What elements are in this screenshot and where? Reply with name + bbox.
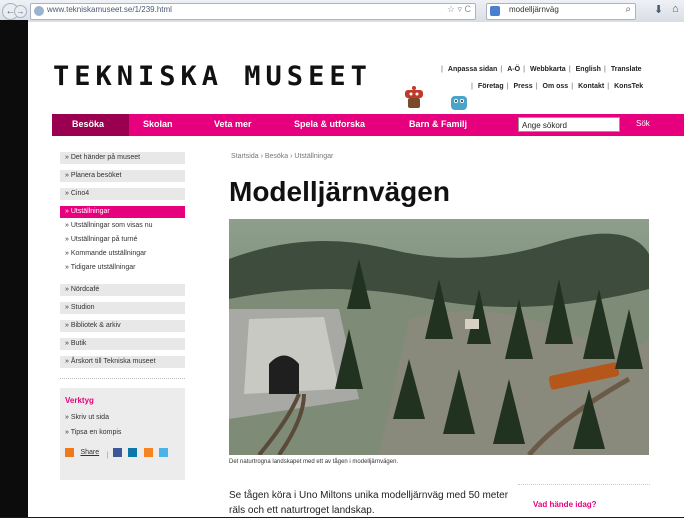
utility-links-top: | Anpassa sidan | A-Ö | Webbkarta | English… xyxy=(441,66,645,73)
utility-links-bottom: | Företag | Press | Om oss | Kontakt | KonsT… xyxy=(471,83,646,90)
sidebar-subitem-kommande[interactable]: » Kommande utställningar xyxy=(65,250,146,257)
tools-title: Verktyg xyxy=(65,396,94,405)
twitter-icon[interactable] xyxy=(159,448,169,458)
main-navigation: Besöka Skolan Veta mer Spela & utforska … xyxy=(52,114,684,136)
sidebar-item-arskort[interactable]: » Årskort till Tekniska museet xyxy=(60,356,185,368)
sidebar-item-planera[interactable]: » Planera besöket xyxy=(60,170,185,182)
robot-mascot-red xyxy=(405,86,423,108)
forward-button[interactable]: → xyxy=(14,5,27,18)
print-page-link[interactable]: » Skriv ut sida xyxy=(65,414,109,421)
sidebar-item-bibliotek[interactable]: » Bibliotek & arkiv xyxy=(60,320,185,332)
util-link-english[interactable]: English xyxy=(573,66,604,73)
website: TEKNISKA MUSEET | Anpassa sidan | A-Ö | We… xyxy=(28,22,684,517)
nav-skolan[interactable]: Skolan xyxy=(143,119,173,129)
nav-spela-utforska[interactable]: Spela & utforska xyxy=(294,119,365,129)
util-link-webbkarta[interactable]: Webbkarta xyxy=(527,66,569,73)
sidebar-item-studion[interactable]: » Studion xyxy=(60,302,185,314)
aside-box: Vad hände idag? xyxy=(518,484,650,518)
breadcrumb[interactable]: Startsida › Besöka › Utställningar xyxy=(231,153,333,160)
nav-veta-mer[interactable]: Veta mer xyxy=(214,119,252,129)
globe-icon xyxy=(34,6,44,16)
util-link-kontakt[interactable]: Kontakt xyxy=(575,83,607,90)
util-link-om-oss[interactable]: Om oss xyxy=(540,83,572,90)
site-search-button[interactable]: Sök xyxy=(636,119,650,128)
share-row: Share | xyxy=(65,444,170,459)
linkedin-icon[interactable] xyxy=(128,448,138,458)
sidebar-subitem-turne[interactable]: » Utställningar på turné xyxy=(65,236,137,243)
util-link-konstek[interactable]: KonsTek xyxy=(611,83,646,90)
tell-friend-link[interactable]: » Tipsa en kompis xyxy=(65,429,121,436)
intro-text: Se tågen köra i Uno Miltons unika modell… xyxy=(229,490,509,516)
browser-window: ← → www.tekniskamuseet.se/1/239.html ☆ ▿… xyxy=(0,0,684,517)
nav-besoka[interactable]: Besöka xyxy=(72,119,104,129)
util-link-anpassa[interactable]: Anpassa sidan xyxy=(445,66,500,73)
sidebar-item-butik[interactable]: » Butik xyxy=(60,338,185,350)
share-link[interactable]: Share xyxy=(80,449,99,456)
search-icon[interactable]: ⌕ xyxy=(625,4,631,15)
nav-barn-familj[interactable]: Barn & Familj xyxy=(409,119,467,129)
share-icon[interactable] xyxy=(65,448,74,458)
home-icon[interactable]: ⌂ xyxy=(672,3,679,15)
address-bar[interactable]: www.tekniskamuseet.se/1/239.html ☆ ▿ C xyxy=(30,3,476,20)
site-search-input[interactable]: Ange sökord xyxy=(518,117,620,132)
sidebar-item-utstallningar[interactable]: » Utställningar xyxy=(60,206,185,218)
sidebar-subitem-tidigare[interactable]: » Tidigare utställningar xyxy=(65,264,135,271)
browser-search-text: modelljärnväg xyxy=(509,5,559,14)
sidebar-subitem-visas-nu[interactable]: » Utställningar som visas nu xyxy=(65,222,153,229)
sidebar-divider xyxy=(60,378,185,379)
page-title: Modelljärnvägen xyxy=(229,176,450,207)
tools-box: Verktyg » Skriv ut sida » Tipsa en kompi… xyxy=(60,388,185,480)
sidebar-item-det-hander[interactable]: » Det händer på museet xyxy=(60,152,185,164)
util-link-ao[interactable]: A-Ö xyxy=(504,66,523,73)
search-engine-icon[interactable] xyxy=(490,6,500,16)
facebook-icon[interactable] xyxy=(112,448,122,458)
robot-mascot-blue xyxy=(451,96,467,110)
sidebar-item-nordcafe[interactable]: » Nördcafé xyxy=(60,284,185,296)
sidebar-item-cino4[interactable]: » Cino4 xyxy=(60,188,185,200)
left-edge xyxy=(0,20,28,517)
url-controls[interactable]: ☆ ▿ C xyxy=(447,4,471,15)
url-text: www.tekniskamuseet.se/1/239.html xyxy=(47,5,172,14)
rss-icon[interactable] xyxy=(143,448,153,458)
browser-search-box[interactable]: modelljärnväg ⌕ xyxy=(486,3,636,20)
util-link-press[interactable]: Press xyxy=(511,83,536,90)
download-icon[interactable]: ⬇ xyxy=(654,3,663,16)
util-link-foretag[interactable]: Företag xyxy=(475,83,507,90)
util-link-translate[interactable]: Translate xyxy=(608,66,645,73)
browser-toolbar: ← → www.tekniskamuseet.se/1/239.html ☆ ▿… xyxy=(0,0,684,23)
site-logo[interactable]: TEKNISKA MUSEET xyxy=(53,61,372,92)
model-railway-photo xyxy=(229,219,649,455)
aside-title[interactable]: Vad hände idag? xyxy=(533,500,597,509)
photo-caption: Det naturtrogna landskapet med ett av tå… xyxy=(229,459,399,465)
